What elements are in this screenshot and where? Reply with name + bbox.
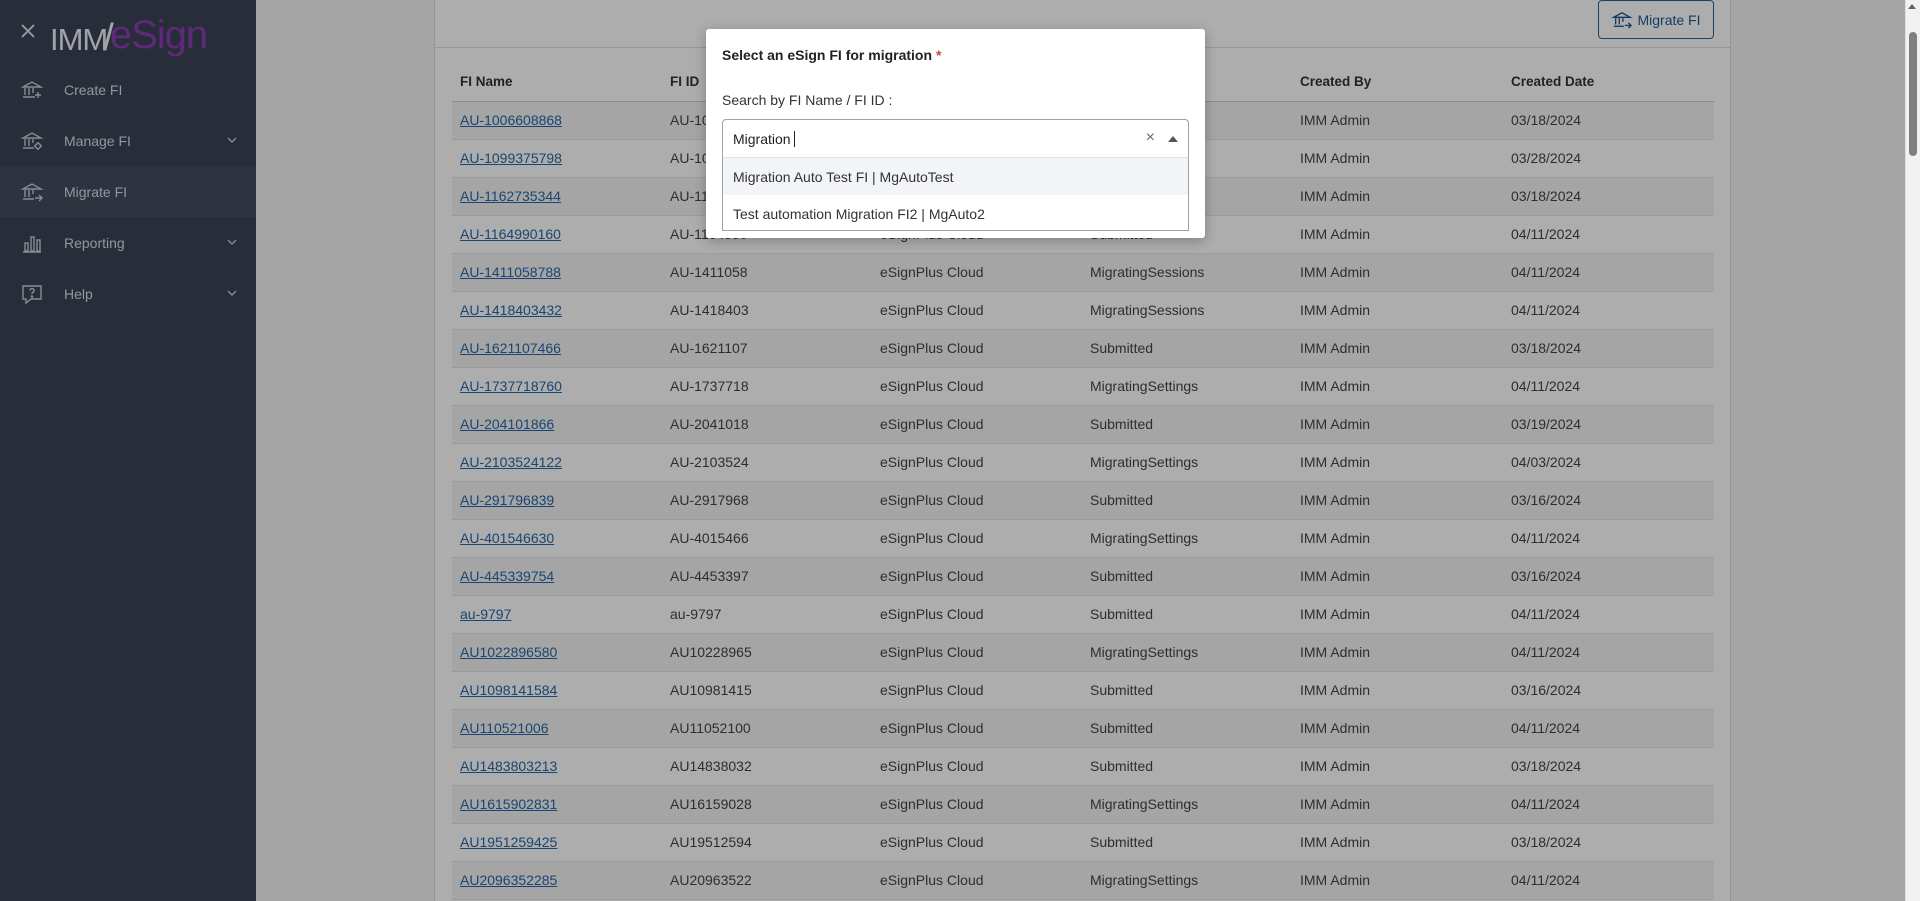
chevron-up-icon[interactable] bbox=[1168, 136, 1178, 142]
search-results-dropdown: Migration Auto Test FI | MgAutoTest Test… bbox=[722, 157, 1189, 231]
dropdown-option[interactable]: Test automation Migration FI2 | MgAuto2 bbox=[723, 195, 1188, 232]
text-cursor bbox=[793, 131, 795, 147]
search-input-value: Migration bbox=[733, 131, 791, 147]
dialog-title: Select an eSign FI for migration * bbox=[722, 47, 941, 63]
search-input[interactable]: Migration bbox=[733, 131, 795, 147]
clear-icon[interactable]: × bbox=[1146, 129, 1155, 147]
scroll-up-icon[interactable] bbox=[1908, 4, 1916, 9]
fi-search-combobox[interactable]: Migration × bbox=[722, 119, 1189, 158]
scrollbar[interactable] bbox=[1905, 0, 1920, 901]
required-marker: * bbox=[935, 47, 942, 63]
dialog-title-text: Select an eSign FI for migration bbox=[722, 47, 933, 63]
search-label: Search by FI Name / FI ID : bbox=[722, 92, 893, 108]
dropdown-option[interactable]: Migration Auto Test FI | MgAutoTest bbox=[723, 158, 1188, 195]
scrollbar-thumb[interactable] bbox=[1909, 32, 1917, 156]
migration-dialog: Select an eSign FI for migration * Searc… bbox=[706, 29, 1205, 238]
